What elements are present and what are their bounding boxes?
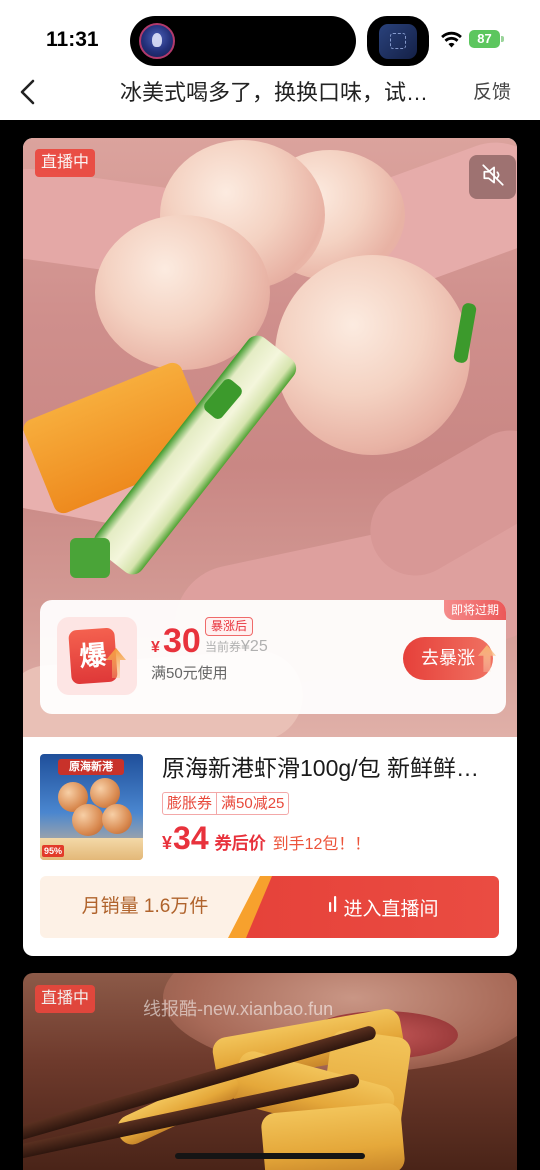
- monthly-sales: 月销量 1.6万件: [81, 896, 209, 917]
- feedback-button[interactable]: 反馈: [473, 80, 511, 106]
- live-badge: 直播中: [35, 149, 95, 177]
- app-activity-icon: [379, 24, 417, 59]
- boost-coupon-icon: 爆: [57, 617, 137, 695]
- live-card[interactable]: 直播中 即将过期 爆 ¥ 30 暴涨后 当前券¥25 满50元使用 去暴涨 原海…: [23, 138, 517, 956]
- enter-live-label: 进入直播间: [343, 898, 439, 920]
- live-badge: 直播中: [35, 985, 95, 1013]
- current-coupon-value: 当前券¥25: [205, 637, 268, 657]
- promo-text: 到手12包！！: [272, 836, 371, 853]
- live-bars-icon: [328, 895, 343, 919]
- page-title: 冰美式喝多了，换换口味，试…: [119, 80, 428, 105]
- back-icon[interactable]: [18, 78, 40, 106]
- coupon-card[interactable]: 即将过期 爆 ¥ 30 暴涨后 当前券¥25 满50元使用 去暴涨: [40, 600, 506, 714]
- coupon-condition: 满50元使用: [151, 665, 228, 682]
- thumbnail-badge: 95%: [42, 845, 65, 857]
- app-activity-logo-mark: [390, 33, 406, 49]
- status-time: 11:31: [46, 28, 99, 51]
- wifi-icon: [440, 31, 463, 48]
- coupon-amount: 30: [163, 622, 201, 660]
- coupon-tag: 满50减25: [216, 793, 288, 814]
- price-row: ¥ 34 券后价 到手12包！！: [162, 820, 370, 857]
- enter-live-button[interactable]: 进入直播间: [246, 876, 499, 938]
- price-label: 券后价: [214, 834, 266, 853]
- boost-coupon-button-label: 去暴涨: [421, 648, 475, 668]
- current-coupon-amount: ¥25: [241, 638, 268, 655]
- thumbnail-shrimp-ball: [72, 804, 104, 836]
- price-currency: ¥: [162, 833, 173, 853]
- dynamic-island-activity[interactable]: [367, 16, 429, 66]
- home-indicator[interactable]: [175, 1153, 365, 1159]
- boost-coupon-button[interactable]: 去暴涨: [403, 637, 496, 680]
- battery-nub: [501, 36, 504, 42]
- battery-icon: 87: [469, 30, 500, 48]
- expire-tag: 即将过期: [444, 600, 506, 620]
- watermark: 线报酷-new.xianbao.fun: [143, 999, 334, 1019]
- action-bar: 月销量 1.6万件 进入直播间: [40, 876, 499, 938]
- current-coupon-label: 当前券: [205, 640, 242, 654]
- coupon-tag: 膨胀券: [167, 795, 213, 812]
- coupon-currency: ¥: [151, 639, 160, 656]
- thumbnail-banner: 原海新港: [58, 759, 124, 775]
- photo-shrimp-ball: [275, 255, 470, 455]
- speaker-muted-icon: [480, 162, 506, 193]
- product-title[interactable]: 原海新港虾滑100g/包 新鲜鲜…: [162, 752, 512, 784]
- live-preview-image[interactable]: 直播中 即将过期 爆 ¥ 30 暴涨后 当前券¥25 满50元使用 去暴涨: [23, 138, 517, 737]
- live-app-logo-mark: [152, 33, 162, 47]
- photo-noodle: [260, 1102, 406, 1170]
- screen: 11:31 87 冰美式喝多了，换换口味，试… 反馈 直播中 即将过期 爆 ¥ …: [0, 0, 540, 1170]
- coupon-tags: 膨胀券 满50减25: [162, 792, 290, 815]
- coupon-after-boost-tag: 暴涨后: [205, 617, 253, 636]
- price-value: 34: [173, 820, 209, 856]
- product-thumbnail[interactable]: 原海新港 95%: [40, 754, 143, 860]
- mute-button[interactable]: [469, 155, 516, 199]
- dynamic-island[interactable]: [130, 16, 356, 66]
- photo-scallion: [70, 538, 110, 578]
- up-arrow-icon: [106, 647, 126, 679]
- live-app-icon: [139, 23, 175, 59]
- header: 11:31 87 冰美式喝多了，换换口味，试… 反馈: [0, 0, 540, 120]
- thumbnail-shrimp-ball: [102, 804, 132, 834]
- up-arrow-icon: [478, 645, 496, 672]
